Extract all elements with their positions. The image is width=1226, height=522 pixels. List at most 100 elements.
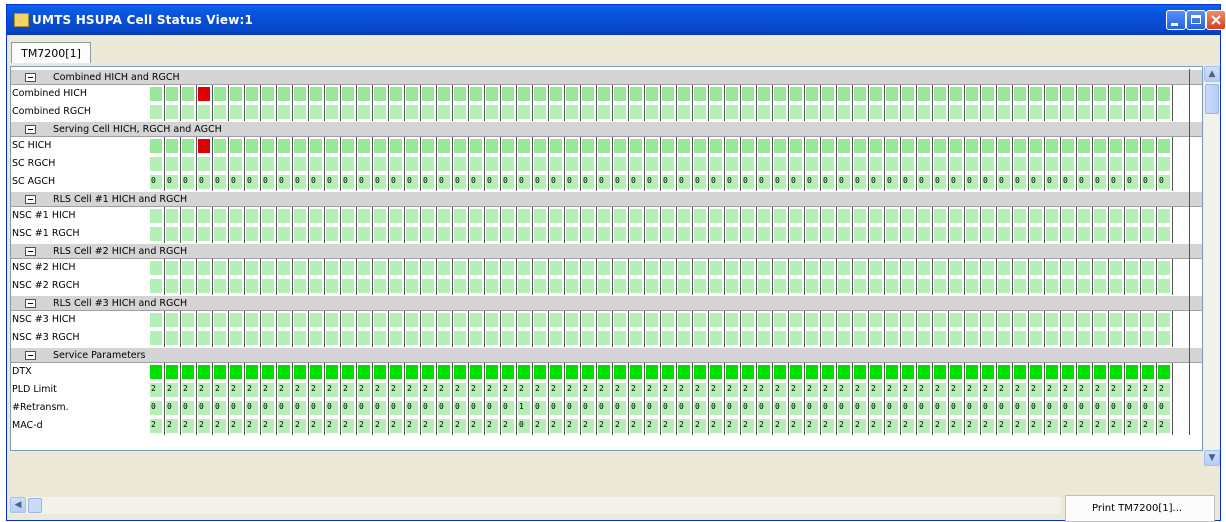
cell-value: 0: [199, 176, 204, 185]
cell-value: 0: [519, 420, 524, 429]
status-cell: [277, 363, 293, 381]
status-cell: 2: [821, 417, 837, 435]
status-cell: [1093, 103, 1109, 121]
cell-value: 2: [791, 384, 796, 393]
horizontal-scroll-thumb[interactable]: [28, 498, 42, 513]
cell-value: 0: [1111, 176, 1116, 185]
cell-value: 2: [215, 420, 220, 429]
status-cell: [1109, 225, 1125, 243]
status-cell: 2: [165, 381, 181, 399]
cell-value: 2: [823, 420, 828, 429]
collapse-icon[interactable]: [25, 73, 36, 82]
status-cell: [693, 137, 709, 155]
status-cell: [757, 225, 773, 243]
status-cell: [773, 259, 789, 277]
section-header[interactable]: Serving Cell HICH, RGCH and AGCH: [11, 121, 1202, 137]
status-cell: [757, 329, 773, 347]
status-cell: [933, 277, 949, 295]
cell-value: 0: [615, 176, 620, 185]
status-cell: [981, 225, 997, 243]
status-cell: [773, 329, 789, 347]
status-cell: [229, 137, 245, 155]
section-header[interactable]: Service Parameters: [11, 347, 1202, 363]
status-cell: [341, 363, 357, 381]
grid-row: SC HICH: [11, 137, 1202, 155]
scroll-up-button[interactable]: ▲: [1204, 66, 1220, 82]
scroll-left-button[interactable]: ◀: [10, 497, 26, 513]
status-cell: [837, 363, 853, 381]
cell-value: 0: [151, 402, 156, 411]
cell-value: 2: [423, 420, 428, 429]
cell-value: 2: [727, 384, 732, 393]
section-header[interactable]: Combined HICH and RGCH: [11, 69, 1202, 85]
status-cell: [261, 85, 277, 103]
cell-value: 2: [375, 384, 380, 393]
vertical-scroll-thumb[interactable]: [1205, 84, 1219, 114]
tab-tm7200[interactable]: TM7200[1]: [11, 42, 91, 63]
scroll-down-button[interactable]: ▼: [1204, 450, 1220, 466]
status-cell: [1013, 363, 1029, 381]
row-label: SC AGCH: [12, 176, 56, 187]
status-cell: [1077, 311, 1093, 329]
status-cell: 2: [949, 381, 965, 399]
cell-value: 2: [503, 384, 508, 393]
minimize-button[interactable]: [1166, 10, 1186, 30]
status-cell: 0: [181, 173, 197, 191]
status-cell: [1109, 363, 1125, 381]
status-cell: [869, 137, 885, 155]
status-cell: 0: [437, 173, 453, 191]
status-cell: 0: [165, 173, 181, 191]
close-button[interactable]: [1206, 10, 1226, 30]
collapse-icon[interactable]: [25, 247, 36, 256]
status-cell: [469, 329, 485, 347]
status-cell: [853, 329, 869, 347]
status-cell: [709, 225, 725, 243]
cell-value: 2: [775, 420, 780, 429]
collapse-icon[interactable]: [25, 195, 36, 204]
status-cell: [277, 85, 293, 103]
status-cell: 2: [725, 381, 741, 399]
status-cell: [389, 137, 405, 155]
status-cell: [1029, 155, 1045, 173]
status-cell: [213, 225, 229, 243]
cell-value: 0: [903, 176, 908, 185]
status-cell: 0: [1029, 399, 1045, 417]
cell-status-grid: Combined HICH and RGCH Combined HICH Combi…: [10, 66, 1203, 451]
collapse-icon[interactable]: [25, 125, 36, 134]
status-cell: [1013, 311, 1029, 329]
section-header[interactable]: RLS Cell #3 HICH and RGCH: [11, 295, 1202, 311]
status-cell: [565, 311, 581, 329]
collapse-icon[interactable]: [25, 351, 36, 360]
status-cell: [469, 155, 485, 173]
status-cell: [517, 311, 533, 329]
status-cell: [821, 103, 837, 121]
status-cell: [1013, 207, 1029, 225]
status-cell: 2: [1077, 417, 1093, 435]
status-cell: [565, 103, 581, 121]
cell-value: 0: [695, 176, 700, 185]
status-cell: [277, 311, 293, 329]
cell-value: 0: [1143, 402, 1148, 411]
status-cell: [293, 155, 309, 173]
print-menu-item[interactable]: Print TM7200[1]...: [1065, 495, 1215, 522]
status-cell: 0: [1061, 173, 1077, 191]
status-cell: [917, 259, 933, 277]
status-cell: [389, 85, 405, 103]
section-header[interactable]: RLS Cell #2 HICH and RGCH: [11, 243, 1202, 259]
status-cell: [693, 259, 709, 277]
status-cell: [453, 137, 469, 155]
section-header[interactable]: RLS Cell #1 HICH and RGCH: [11, 191, 1202, 207]
vertical-scrollbar[interactable]: ▲ ▼: [1204, 66, 1220, 466]
status-cell: [485, 329, 501, 347]
status-cell: [821, 363, 837, 381]
title-bar[interactable]: UMTS HSUPA Cell Status View:1: [7, 5, 1226, 35]
horizontal-scrollbar[interactable]: ◀: [10, 497, 1061, 514]
status-cell: [213, 155, 229, 173]
maximize-button[interactable]: [1186, 10, 1206, 30]
status-cell: [389, 311, 405, 329]
status-cell: [165, 225, 181, 243]
collapse-icon[interactable]: [25, 299, 36, 308]
status-cell: 2: [805, 381, 821, 399]
status-cell: 0: [629, 173, 645, 191]
status-cell: [693, 329, 709, 347]
